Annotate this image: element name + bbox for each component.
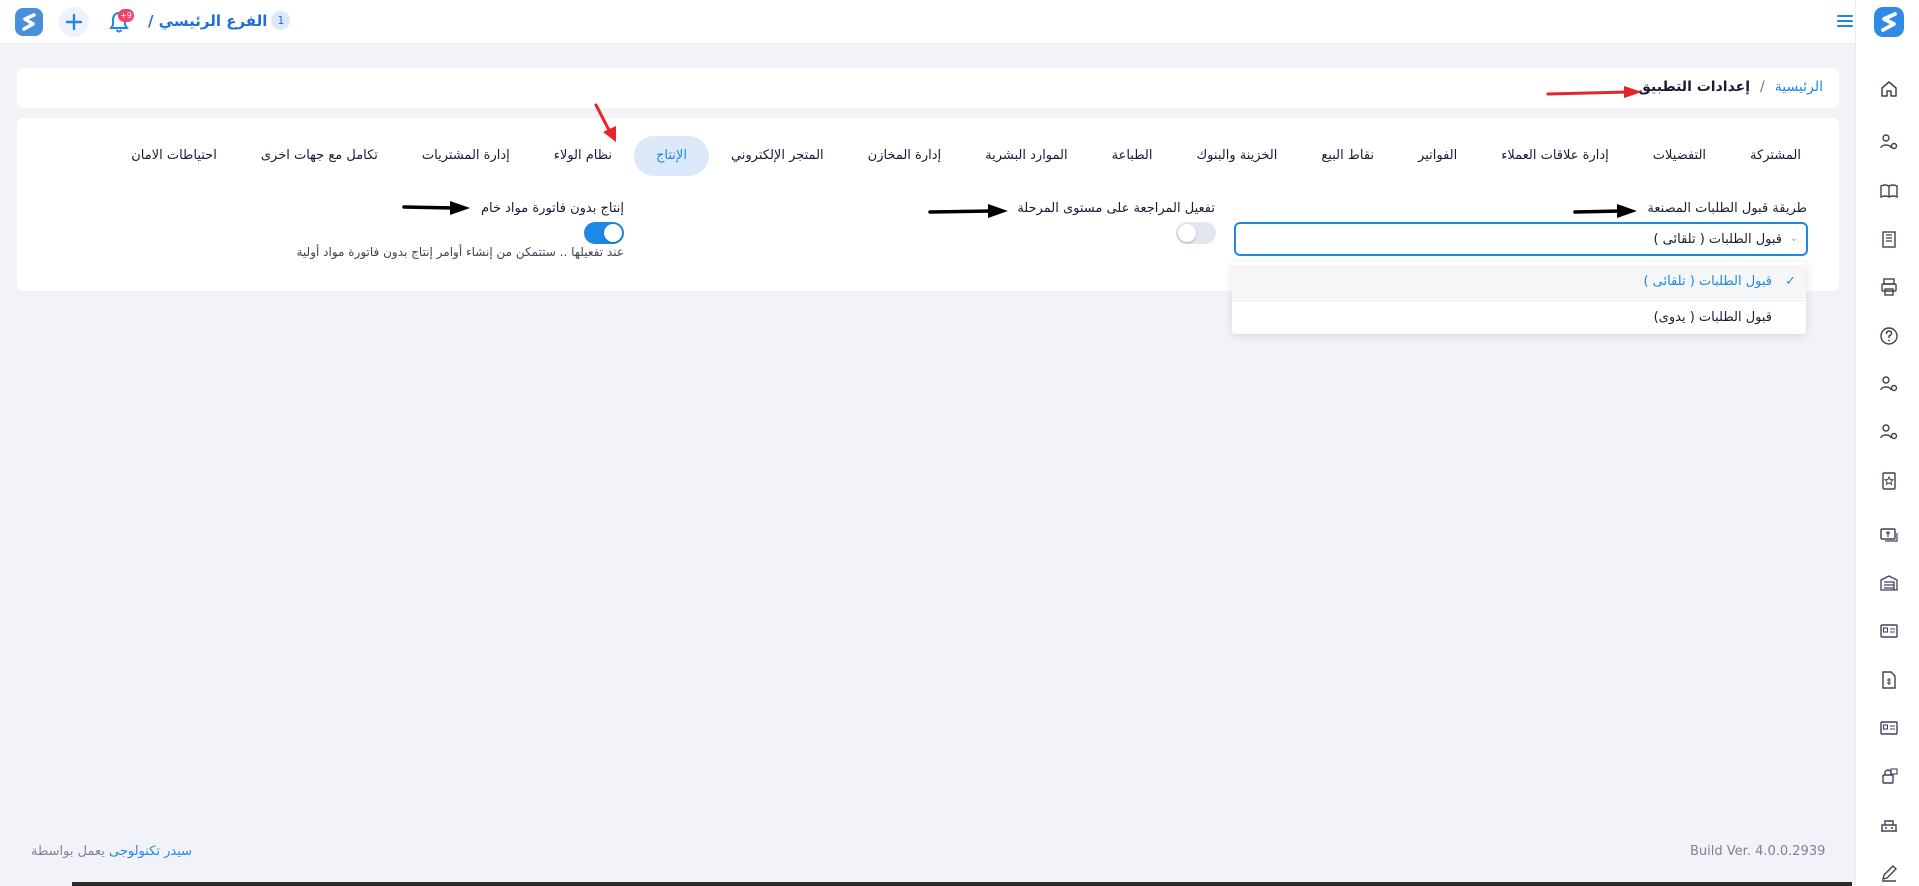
page-title: إعدادات التطبيق xyxy=(1638,79,1751,95)
payment-icon[interactable] xyxy=(1878,524,1900,546)
footer-powered-text: يعمل بواسطة xyxy=(31,844,105,859)
app-logo-icon[interactable] xyxy=(1873,6,1905,38)
dropdown-option-manual[interactable]: قبول الطلبات ( يدوى) xyxy=(1232,300,1806,334)
order-acceptance-select[interactable]: ⌄ قبول الطلبات ( تلقائى ) xyxy=(1234,222,1808,256)
stage-review-label: تفعيل المراجعة على مستوى المرحلة xyxy=(1017,201,1215,216)
printer-icon[interactable] xyxy=(1878,276,1900,298)
factory-icon[interactable] xyxy=(1878,814,1900,836)
app-logo-icon[interactable] xyxy=(14,7,44,37)
branch-selector[interactable]: 1 الفرع الرئيسي / xyxy=(148,11,291,30)
help-icon[interactable] xyxy=(1878,325,1900,347)
settings-tabs: المشتركة التفضيلات إدارة علاقات العملاء … xyxy=(109,136,1823,176)
tab-shared[interactable]: المشتركة xyxy=(1728,136,1823,176)
toggle-knob xyxy=(604,224,622,242)
check-icon: ✓ xyxy=(1785,274,1796,289)
menu-toggle-icon[interactable] xyxy=(1836,12,1854,30)
footer-powered-by: سيدر تكنولوجى يعمل بواسطة xyxy=(31,844,192,859)
home-icon[interactable] xyxy=(1878,78,1900,100)
chevron-down-icon: ⌄ xyxy=(1789,233,1798,244)
tab-integrations[interactable]: تكامل مع جهات اخرى xyxy=(239,136,400,176)
annotation-arrow-black xyxy=(402,201,470,215)
production-without-invoice-toggle[interactable] xyxy=(584,222,624,244)
order-acceptance-label: طريقة قبول الطلبات المصنعة xyxy=(1647,201,1807,216)
tab-preferences[interactable]: التفضيلات xyxy=(1631,136,1728,176)
notification-badge: +9 xyxy=(118,9,134,22)
annotation-arrow-black xyxy=(928,204,1008,218)
order-acceptance-value: قبول الطلبات ( تلقائى ) xyxy=(1653,232,1782,247)
tab-security[interactable]: احتياطات الامان xyxy=(109,136,239,176)
team-settings-icon[interactable] xyxy=(1878,421,1900,443)
tab-crm[interactable]: إدارة علاقات العملاء xyxy=(1479,136,1631,176)
annotation-arrow-red xyxy=(594,103,616,142)
tab-printing[interactable]: الطباعة xyxy=(1090,136,1175,176)
top-bar: +9 1 الفرع الرئيسي / xyxy=(0,0,1855,44)
tab-purchasing[interactable]: إدارة المشتريات xyxy=(400,136,532,176)
dropdown-option-auto[interactable]: ✓ قبول الطلبات ( تلقائى ) xyxy=(1232,265,1806,299)
production-without-invoice-label: إنتاج بدون فاتورة مواد خام xyxy=(480,201,624,216)
annotation-arrow-red xyxy=(1546,86,1642,98)
tab-hr[interactable]: الموارد البشرية xyxy=(963,136,1089,176)
branch-name: الفرع الرئيسي / xyxy=(148,11,268,30)
build-version: Build Ver. 4.0.0.2939 xyxy=(1690,844,1826,859)
order-acceptance-dropdown: ✓ قبول الطلبات ( تلقائى ) قبول الطلبات (… xyxy=(1232,262,1806,334)
users-settings-icon[interactable] xyxy=(1878,131,1900,153)
tab-warehouses[interactable]: إدارة المخازن xyxy=(846,136,964,176)
users-gear-icon[interactable] xyxy=(1878,373,1900,395)
breadcrumb: الرئيسية / إعدادات التطبيق xyxy=(1638,79,1823,95)
stage-review-toggle[interactable] xyxy=(1176,222,1216,244)
document-money-icon[interactable] xyxy=(1878,669,1900,691)
add-button[interactable] xyxy=(59,7,89,37)
annotation-arrow-black xyxy=(1573,204,1637,218)
badge-icon[interactable] xyxy=(1878,470,1900,492)
plus-icon xyxy=(65,13,83,31)
branch-number: 1 xyxy=(271,11,291,30)
production-without-invoice-hint: عند تفعيلها .. ستتمكن من إنشاء أوامر إنت… xyxy=(296,245,625,259)
sidebar xyxy=(1855,0,1919,886)
book-icon[interactable] xyxy=(1878,180,1900,202)
toggle-knob xyxy=(1178,224,1196,242)
contact-card-icon[interactable] xyxy=(1878,717,1900,739)
id-card-icon[interactable] xyxy=(1878,620,1900,642)
footer-brand-link[interactable]: سيدر تكنولوجى xyxy=(109,844,192,859)
tab-invoices[interactable]: الفواتير xyxy=(1396,136,1479,176)
building-icon[interactable] xyxy=(1878,228,1900,250)
tab-treasury-banks[interactable]: الخزينة والبنوك xyxy=(1174,136,1299,176)
tab-production[interactable]: الإنتاج xyxy=(634,136,709,176)
breadcrumb-home-link[interactable]: الرئيسية xyxy=(1775,79,1823,95)
tab-online-store[interactable]: المتجر الإلكتروني xyxy=(709,136,846,176)
breadcrumb-separator: / xyxy=(1760,79,1765,95)
tab-pos[interactable]: نقاط البيع xyxy=(1299,136,1396,176)
lock-icon[interactable] xyxy=(1878,765,1900,787)
warehouse-icon[interactable] xyxy=(1878,572,1900,594)
bottom-scrollbar[interactable] xyxy=(72,882,1852,886)
edit-icon[interactable] xyxy=(1878,862,1900,884)
